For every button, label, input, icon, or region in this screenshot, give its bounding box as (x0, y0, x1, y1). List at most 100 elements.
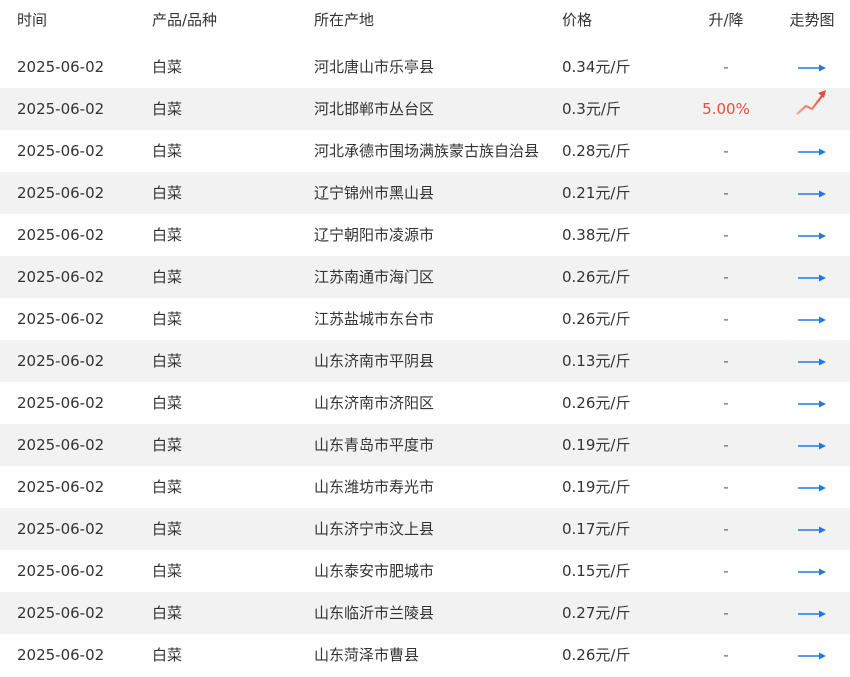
flat-arrow-icon[interactable] (797, 635, 827, 677)
flat-arrow-icon[interactable] (797, 47, 827, 89)
cell-trend[interactable] (786, 508, 838, 551)
cell-trend[interactable] (786, 382, 838, 425)
header-change: 升/降 (708, 11, 744, 29)
cell-date: 2025-06-02 (17, 478, 105, 496)
table-row: 2025-06-02 白菜 河北承德市围场满族蒙古族自治县 0.28元/斤 - (0, 130, 850, 172)
flat-arrow-icon[interactable] (797, 551, 827, 593)
flat-arrow-icon[interactable] (797, 257, 827, 299)
flat-arrow-icon[interactable] (797, 299, 827, 341)
cell-change: - (723, 394, 729, 412)
cell-change: - (723, 646, 729, 664)
cell-price: 0.15元/斤 (562, 562, 631, 580)
flat-arrow-icon[interactable] (797, 215, 827, 257)
cell-product: 白菜 (152, 436, 183, 454)
cell-price: 0.26元/斤 (562, 646, 631, 664)
cell-product: 白菜 (152, 646, 183, 664)
cell-change: - (723, 184, 729, 202)
cell-product: 白菜 (152, 100, 183, 118)
table-row: 2025-06-02 白菜 河北邯郸市丛台区 0.3元/斤 5.00% (0, 88, 850, 130)
cell-trend[interactable] (786, 214, 838, 257)
price-table: 时间 产品/品种 所在产地 价格 升/降 走势图 2025-06-02 白菜 河北唐… (0, 0, 850, 676)
cell-change: - (723, 352, 729, 370)
table-row: 2025-06-02 白菜 山东济南市济阳区 0.26元/斤 - (0, 382, 850, 424)
flat-arrow-icon[interactable] (797, 593, 827, 635)
cell-trend[interactable] (786, 634, 838, 677)
cell-price: 0.19元/斤 (562, 478, 631, 496)
header-location: 所在产地 (314, 11, 375, 29)
flat-arrow-icon[interactable] (797, 341, 827, 383)
cell-product: 白菜 (152, 268, 183, 286)
cell-trend[interactable] (786, 172, 838, 215)
cell-location: 山东潍坊市寿光市 (314, 478, 435, 496)
up-trend-icon[interactable] (796, 88, 828, 132)
cell-trend[interactable] (786, 256, 838, 299)
cell-change: - (723, 562, 729, 580)
cell-price: 0.17元/斤 (562, 520, 631, 538)
cell-trend[interactable] (786, 46, 838, 89)
cell-date: 2025-06-02 (17, 562, 105, 580)
cell-product: 白菜 (152, 310, 183, 328)
cell-change: - (723, 142, 729, 160)
cell-product: 白菜 (152, 394, 183, 412)
cell-date: 2025-06-02 (17, 142, 105, 160)
flat-arrow-icon[interactable] (797, 425, 827, 467)
cell-trend[interactable] (786, 340, 838, 383)
table-header: 时间 产品/品种 所在产地 价格 升/降 走势图 (0, 0, 850, 46)
flat-arrow-icon[interactable] (797, 173, 827, 215)
cell-trend[interactable] (786, 466, 838, 509)
cell-price: 0.3元/斤 (562, 100, 621, 118)
cell-date: 2025-06-02 (17, 520, 105, 538)
cell-location: 河北邯郸市丛台区 (314, 100, 435, 118)
cell-trend[interactable] (786, 130, 838, 173)
cell-trend[interactable] (786, 592, 838, 635)
flat-arrow-icon[interactable] (797, 131, 827, 173)
cell-product: 白菜 (152, 58, 183, 76)
cell-date: 2025-06-02 (17, 646, 105, 664)
cell-location: 山东菏泽市曹县 (314, 646, 420, 664)
cell-price: 0.21元/斤 (562, 184, 631, 202)
cell-product: 白菜 (152, 226, 183, 244)
header-trend: 走势图 (789, 11, 835, 29)
cell-date: 2025-06-02 (17, 436, 105, 454)
header-price: 价格 (562, 11, 593, 29)
cell-product: 白菜 (152, 520, 183, 538)
table-row: 2025-06-02 白菜 辽宁朝阳市凌源市 0.38元/斤 - (0, 214, 850, 256)
table-row: 2025-06-02 白菜 山东青岛市平度市 0.19元/斤 - (0, 424, 850, 466)
flat-arrow-icon[interactable] (797, 467, 827, 509)
cell-trend[interactable] (786, 298, 838, 341)
cell-change: - (723, 436, 729, 454)
cell-price: 0.26元/斤 (562, 310, 631, 328)
cell-price: 0.13元/斤 (562, 352, 631, 370)
header-product: 产品/品种 (152, 11, 218, 29)
flat-arrow-icon[interactable] (797, 509, 827, 551)
flat-arrow-icon[interactable] (797, 383, 827, 425)
cell-change: - (723, 226, 729, 244)
table-row: 2025-06-02 白菜 江苏盐城市东台市 0.26元/斤 - (0, 298, 850, 340)
cell-date: 2025-06-02 (17, 394, 105, 412)
cell-product: 白菜 (152, 184, 183, 202)
cell-location: 山东济南市济阳区 (314, 394, 435, 412)
table-row: 2025-06-02 白菜 山东济宁市汶上县 0.17元/斤 - (0, 508, 850, 550)
cell-change: - (723, 604, 729, 622)
cell-change: - (723, 520, 729, 538)
cell-location: 河北承德市围场满族蒙古族自治县 (314, 142, 540, 160)
cell-product: 白菜 (152, 142, 183, 160)
cell-date: 2025-06-02 (17, 268, 105, 286)
cell-location: 山东济宁市汶上县 (314, 520, 435, 538)
table-row: 2025-06-02 白菜 山东菏泽市曹县 0.26元/斤 - (0, 634, 850, 676)
cell-change: - (723, 268, 729, 286)
cell-location: 山东泰安市肥城市 (314, 562, 435, 580)
cell-location: 辽宁锦州市黑山县 (314, 184, 435, 202)
cell-date: 2025-06-02 (17, 58, 105, 76)
table-row: 2025-06-02 白菜 辽宁锦州市黑山县 0.21元/斤 - (0, 172, 850, 214)
cell-price: 0.26元/斤 (562, 268, 631, 286)
cell-product: 白菜 (152, 562, 183, 580)
cell-trend[interactable] (786, 550, 838, 593)
cell-date: 2025-06-02 (17, 226, 105, 244)
cell-trend[interactable] (786, 424, 838, 467)
cell-trend[interactable] (786, 88, 838, 132)
cell-date: 2025-06-02 (17, 604, 105, 622)
table-row: 2025-06-02 白菜 山东济南市平阴县 0.13元/斤 - (0, 340, 850, 382)
cell-price: 0.38元/斤 (562, 226, 631, 244)
table-body: 2025-06-02 白菜 河北唐山市乐亭县 0.34元/斤 - 2025-06-02 白菜… (0, 46, 850, 676)
